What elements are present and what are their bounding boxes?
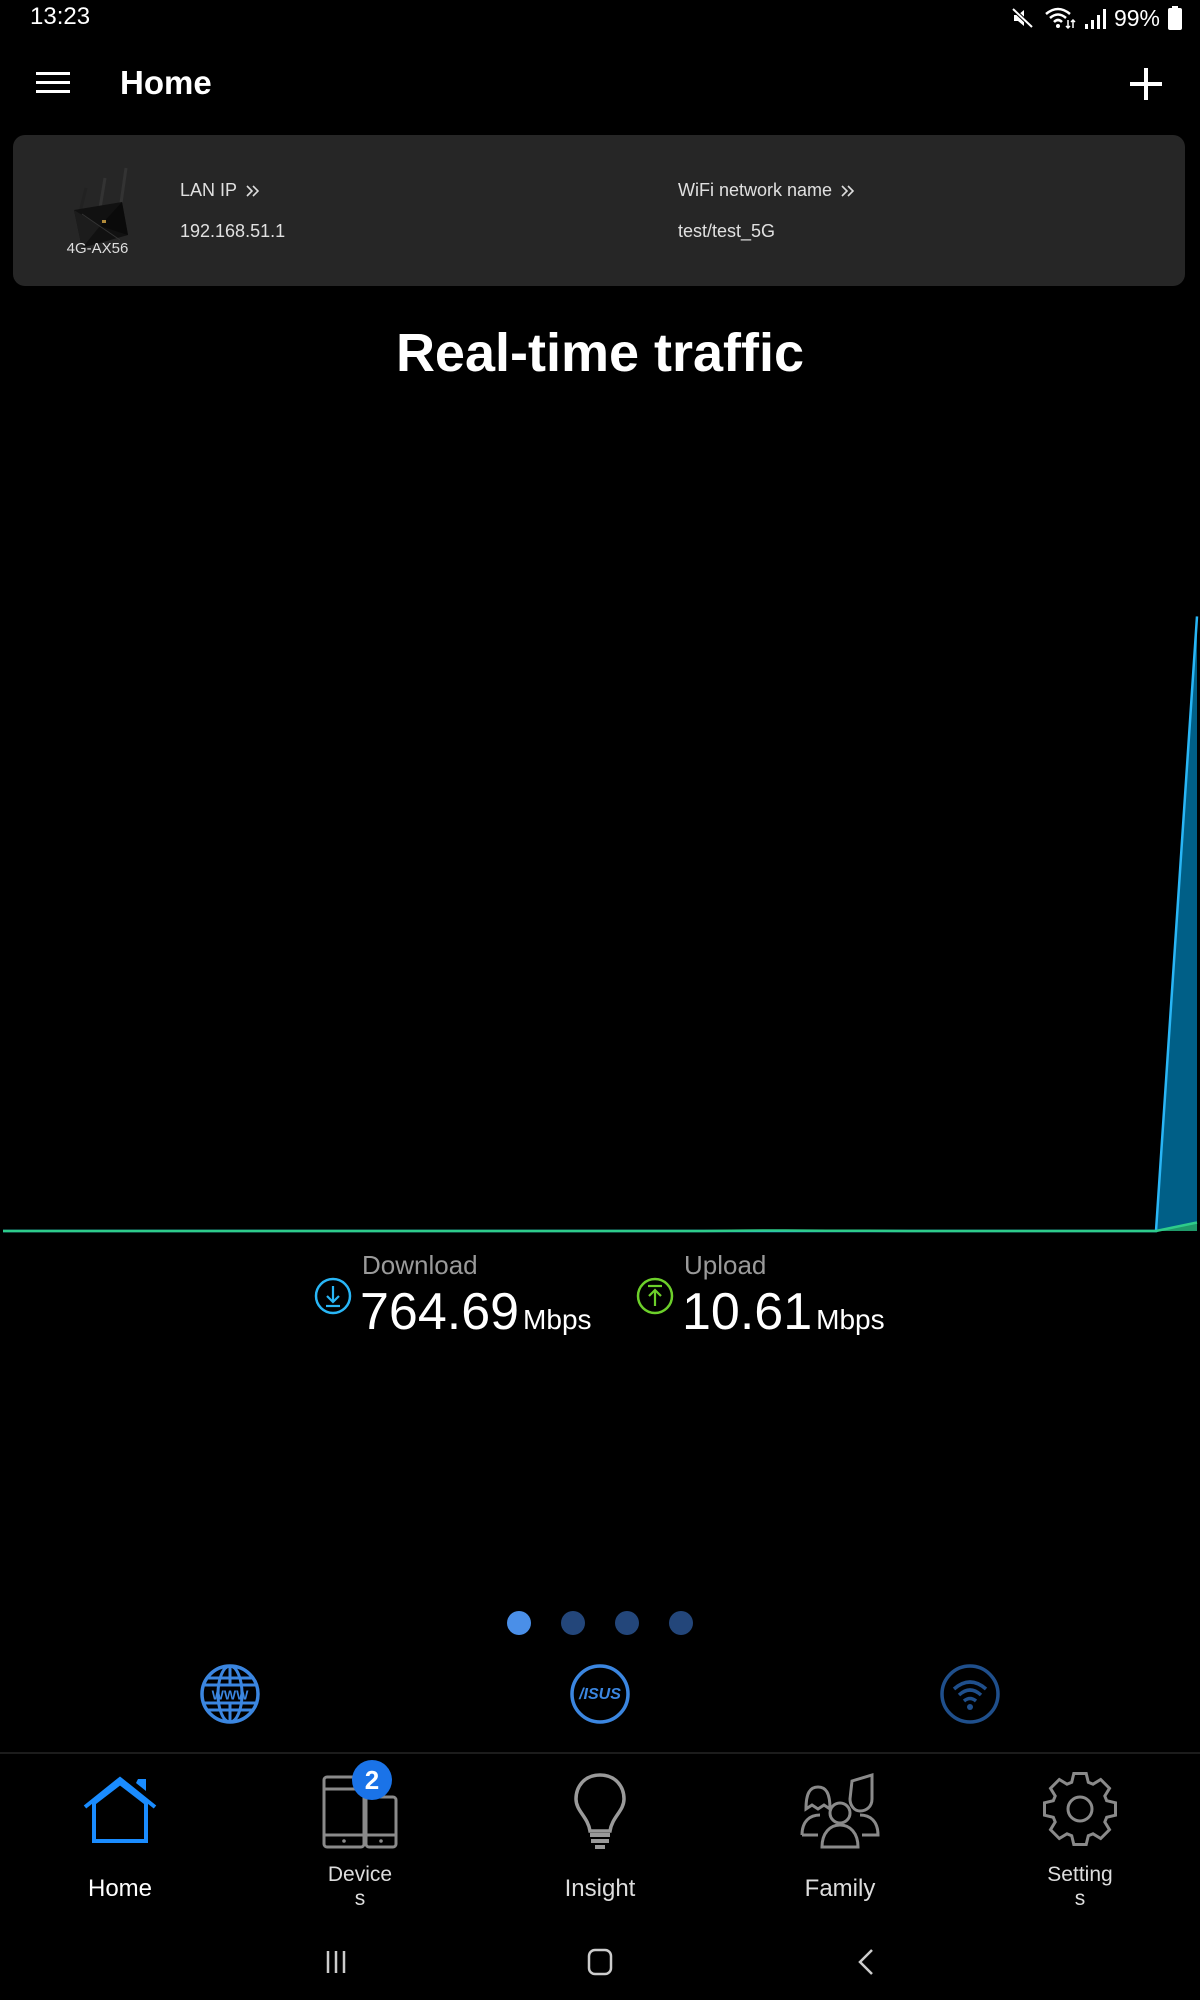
router-info-card[interactable]: [13, 135, 1185, 286]
family-icon: [800, 1772, 880, 1849]
wifi-name-value: test/test_5G: [678, 221, 776, 241]
pager-dot-1[interactable]: [507, 1611, 531, 1635]
menu-line: [36, 81, 70, 84]
wifi-name-label: WiFi network name: [678, 180, 833, 200]
download-readout: 764.69 Mbps: [360, 1282, 592, 1342]
www-globe-icon[interactable]: WWW: [199, 1663, 261, 1725]
wifi-icon: [1045, 7, 1076, 30]
devices-badge: 2: [352, 1760, 392, 1800]
upload-unit: Mbps: [816, 1304, 885, 1335]
nav-label-insight: Insight: [564, 1875, 636, 1902]
upload-readout: 10.61 Mbps: [682, 1282, 885, 1342]
nav-label-home: Home: [87, 1875, 153, 1902]
wifi-name-link[interactable]: WiFi network name: [678, 180, 856, 201]
asus-logo-icon[interactable]: /ISUS: [569, 1663, 631, 1725]
nav-label-devices-text: Device s: [327, 1863, 393, 1910]
pager-dot-3[interactable]: [615, 1611, 639, 1635]
wifi-circle-icon[interactable]: [939, 1663, 1001, 1725]
battery-percent: 99%: [1113, 4, 1160, 31]
lightbulb-icon: [574, 1773, 626, 1849]
nav-label-settings-text: Setting s: [1047, 1863, 1113, 1910]
asus-logo-text: /ISUS: [578, 1686, 621, 1703]
status-time: 13:23: [30, 3, 91, 30]
double-chevron-right-icon: [841, 184, 855, 197]
nav-tab-settings[interactable]: Setting s: [960, 1757, 1200, 1910]
hamburger-menu-icon[interactable]: [36, 68, 70, 98]
pager-dot-2[interactable]: [561, 1611, 585, 1635]
lan-ip-link[interactable]: LAN IP: [180, 180, 261, 201]
menu-line: [36, 72, 70, 75]
download-unit: Mbps: [523, 1304, 592, 1335]
nav-tab-insight[interactable]: Insight: [480, 1757, 720, 1907]
upload-icon: [636, 1277, 674, 1315]
pager-dot-4[interactable]: [669, 1611, 693, 1635]
nav-tab-family[interactable]: Family: [720, 1757, 960, 1907]
upload-value: 10.61: [682, 1283, 813, 1341]
signal-icon: [1084, 9, 1106, 29]
download-line: [3, 616, 1199, 1233]
gear-icon: [1043, 1772, 1117, 1846]
traffic-chart: [3, 616, 1199, 1233]
double-chevron-right-icon: [246, 184, 260, 197]
battery-icon: [1168, 6, 1182, 30]
upload-area: [3, 1222, 1197, 1231]
menu-line: [36, 90, 70, 93]
download-label: Download: [362, 1250, 478, 1280]
plus-icon[interactable]: [1126, 64, 1166, 104]
page-title: Home: [120, 64, 212, 101]
recents-icon[interactable]: [318, 1945, 358, 1979]
nav-label-family: Family: [804, 1875, 876, 1902]
upload-label: Upload: [684, 1250, 767, 1280]
upload-line: [3, 1221, 1198, 1233]
traffic-title: Real-time traffic: [395, 323, 805, 383]
lan-ip-label: LAN IP: [180, 180, 238, 200]
download-area: [3, 616, 1197, 1231]
status-icons: 99%: [1010, 3, 1182, 33]
router-model: 4G-AX56: [66, 240, 129, 257]
download-value: 764.69: [360, 1283, 520, 1341]
nav-label-settings: Setting s: [960, 1863, 1200, 1911]
back-icon[interactable]: [846, 1945, 886, 1979]
home-icon: [83, 1776, 157, 1843]
lan-ip-value: 192.168.51.1: [180, 221, 286, 241]
nav-tab-home[interactable]: Home: [0, 1757, 240, 1907]
download-icon: [314, 1277, 352, 1315]
mute-icon: [1011, 7, 1034, 29]
home-circle-icon[interactable]: [580, 1945, 620, 1979]
nav-label-devices: Device s: [240, 1863, 480, 1911]
svg-text:WWW: WWW: [212, 1688, 250, 1703]
